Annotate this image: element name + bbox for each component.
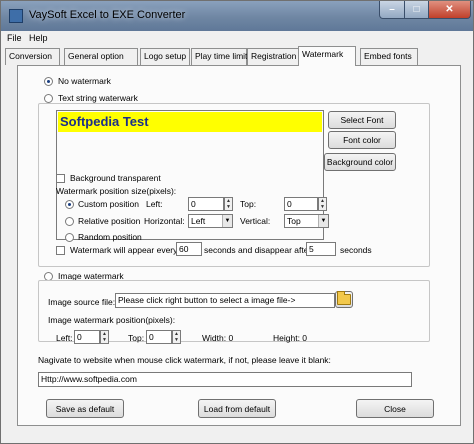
image-source-label: Image source file: bbox=[48, 297, 116, 307]
seconds-label: seconds bbox=[340, 245, 372, 255]
left-input[interactable]: 0 bbox=[188, 197, 224, 211]
close-button[interactable]: Close bbox=[356, 399, 434, 418]
app-icon bbox=[9, 9, 23, 23]
background-transparent-label: Background transparent bbox=[70, 173, 161, 183]
load-from-default-button[interactable]: Load from default bbox=[198, 399, 276, 418]
image-position-label: Image watermark position(pixels): bbox=[48, 315, 176, 325]
image-height-text: Height: 0 bbox=[273, 333, 308, 343]
no-watermark-label: No watermark bbox=[58, 76, 111, 86]
minimize-button[interactable]: – bbox=[379, 1, 405, 19]
menu-help[interactable]: Help bbox=[29, 33, 48, 43]
window-title: VaySoft Excel to EXE Converter bbox=[29, 9, 186, 21]
image-source-input[interactable]: Please click right button to select a im… bbox=[115, 293, 335, 308]
font-color-button[interactable]: Font color bbox=[328, 131, 396, 149]
image-width-text: Width: 0 bbox=[202, 333, 234, 343]
image-left-input[interactable]: 0 bbox=[74, 330, 100, 344]
menu-file[interactable]: File bbox=[7, 33, 22, 43]
watermark-panel: No watermark Text string waterwark Softp… bbox=[17, 65, 461, 426]
image-left-label: Left: bbox=[56, 333, 73, 343]
image-top-label: Top: bbox=[128, 333, 145, 343]
vertical-label: Vertical: bbox=[240, 216, 271, 226]
random-position-label: Random position bbox=[78, 232, 142, 242]
appear-every-checkbox[interactable] bbox=[56, 246, 65, 255]
tab-watermark[interactable]: Watermark bbox=[298, 46, 356, 66]
vertical-select[interactable]: Top ▼ bbox=[284, 214, 329, 228]
no-watermark-radio[interactable] bbox=[44, 77, 53, 86]
image-top-input[interactable]: 0 bbox=[146, 330, 172, 344]
relative-position-radio[interactable] bbox=[65, 217, 74, 226]
vertical-value: Top bbox=[287, 216, 301, 226]
tab-logo-setup[interactable]: Logo setup bbox=[140, 48, 190, 65]
image-left-spinner[interactable]: ▲ ▼ bbox=[100, 330, 109, 344]
menu-bar: File Help bbox=[1, 31, 473, 47]
top-input[interactable]: 0 bbox=[284, 197, 318, 211]
title-bar[interactable]: VaySoft Excel to EXE Converter – □ ✕ bbox=[1, 1, 473, 31]
save-as-default-button[interactable]: Save as default bbox=[46, 399, 124, 418]
seconds-disappear-label: seconds and disappear after bbox=[204, 245, 312, 255]
browse-image-button[interactable] bbox=[335, 291, 353, 308]
tab-embed-fonts[interactable]: Embed fonts bbox=[360, 48, 418, 65]
appear-every-input[interactable]: 60 bbox=[176, 242, 202, 256]
chevron-down-icon[interactable]: ▼ bbox=[318, 215, 328, 227]
maximize-button[interactable]: □ bbox=[404, 1, 429, 19]
tab-registration[interactable]: Registration bbox=[247, 48, 303, 65]
close-window-button[interactable]: ✕ bbox=[428, 1, 471, 19]
random-position-radio[interactable] bbox=[65, 233, 74, 242]
select-font-button[interactable]: Select Font bbox=[328, 111, 396, 129]
background-color-button[interactable]: Background color bbox=[324, 153, 396, 171]
folder-icon bbox=[337, 291, 351, 305]
app-window: VaySoft Excel to EXE Converter – □ ✕ Fil… bbox=[0, 0, 474, 444]
custom-position-radio[interactable] bbox=[65, 200, 74, 209]
chevron-down-icon[interactable]: ▼ bbox=[222, 215, 232, 227]
top-spinner[interactable]: ▲ ▼ bbox=[318, 197, 327, 211]
appear-every-label: Watermark will appear every bbox=[70, 245, 178, 255]
tab-general-option[interactable]: General option bbox=[64, 48, 138, 65]
left-spinner[interactable]: ▲ ▼ bbox=[224, 197, 233, 211]
position-size-label: Watermark position size(pixels): bbox=[56, 186, 177, 196]
top-label: Top: bbox=[240, 199, 257, 209]
text-watermark-radio[interactable] bbox=[44, 94, 53, 103]
custom-position-label: Custom position bbox=[78, 199, 139, 209]
background-transparent-checkbox[interactable] bbox=[56, 174, 65, 183]
horizontal-select[interactable]: Left ▼ bbox=[188, 214, 233, 228]
relative-position-label: Relative position bbox=[78, 216, 141, 226]
text-watermark-label: Text string waterwark bbox=[58, 93, 138, 103]
navigate-url-input[interactable]: Http://www.softpedia.com bbox=[38, 372, 412, 387]
horizontal-label: Horizontal: bbox=[144, 216, 185, 226]
tab-play-time-limit[interactable]: Play time limit bbox=[191, 48, 247, 65]
image-top-spinner[interactable]: ▲ ▼ bbox=[172, 330, 181, 344]
tab-conversion[interactable]: Conversion bbox=[5, 48, 60, 65]
disappear-after-input[interactable]: 5 bbox=[306, 242, 336, 256]
navigate-label: Nagivate to website when mouse click wat… bbox=[38, 355, 331, 365]
left-label: Left: bbox=[146, 199, 163, 209]
watermark-text-value: Softpedia Test bbox=[58, 112, 322, 132]
horizontal-value: Left bbox=[191, 216, 206, 226]
